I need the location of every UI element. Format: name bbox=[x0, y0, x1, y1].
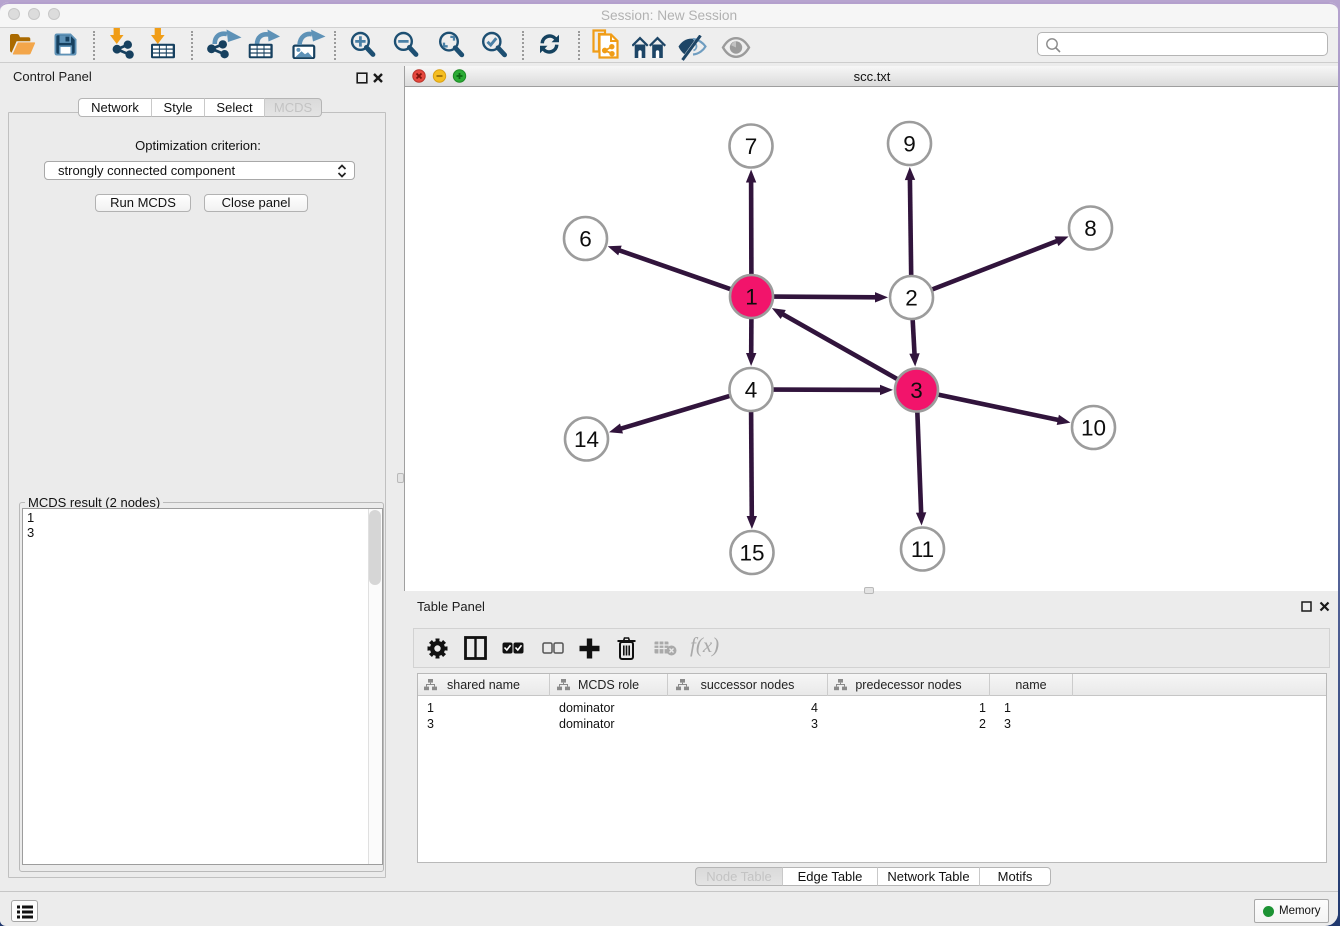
svg-text:10: 10 bbox=[1081, 416, 1106, 441]
svg-text:15: 15 bbox=[739, 541, 764, 566]
svg-text:3: 3 bbox=[910, 378, 923, 403]
svg-text:11: 11 bbox=[911, 537, 934, 562]
svg-text:1: 1 bbox=[745, 285, 758, 310]
svg-text:4: 4 bbox=[745, 378, 758, 403]
svg-text:9: 9 bbox=[903, 132, 916, 157]
svg-text:7: 7 bbox=[745, 134, 758, 159]
svg-text:14: 14 bbox=[574, 427, 599, 452]
svg-text:8: 8 bbox=[1084, 216, 1097, 241]
svg-text:2: 2 bbox=[905, 286, 918, 311]
svg-text:6: 6 bbox=[579, 227, 592, 252]
